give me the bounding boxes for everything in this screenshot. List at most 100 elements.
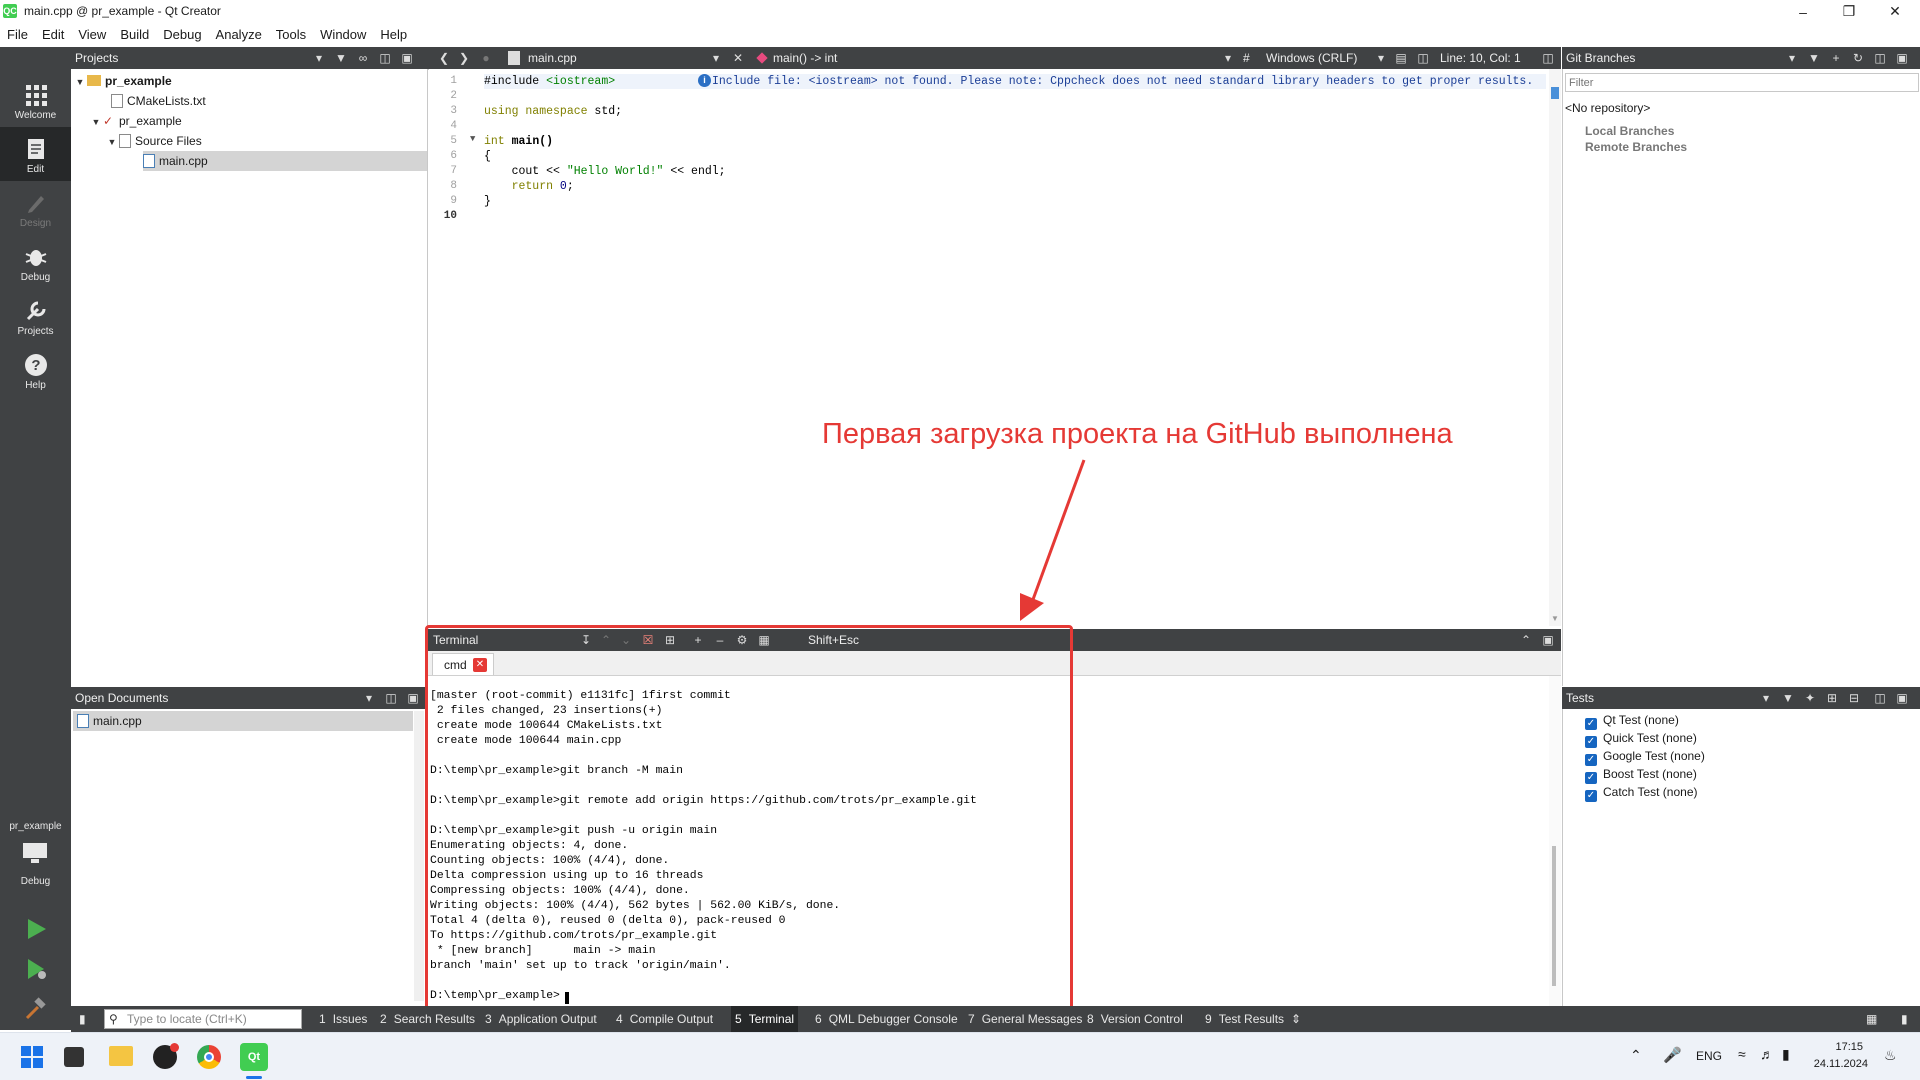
cursor-position[interactable]: Line: 10, Col: 1 [1440, 47, 1521, 69]
tree-item-main-cpp[interactable]: main.cpp [143, 151, 427, 171]
debug-run-button[interactable] [24, 957, 48, 981]
test-item[interactable]: ✓ Boost Test (none) [1585, 765, 1697, 784]
chevron-up-icon[interactable]: ⌃ [1518, 632, 1534, 648]
tree-item-source-files[interactable]: ▼ Source Files [105, 131, 202, 151]
forward-arrow-icon[interactable]: ❯ [456, 50, 472, 66]
mode-projects[interactable]: Projects [0, 289, 71, 343]
menu-window[interactable]: Window [313, 23, 373, 47]
output-tab[interactable]: 5 Terminal [731, 1006, 799, 1032]
notification-bell-icon[interactable]: ♨ [1884, 1047, 1897, 1064]
test-item[interactable]: ✓ Qt Test (none) [1585, 711, 1679, 730]
dropdown-icon[interactable]: ▾ [311, 50, 327, 66]
close-pane-icon[interactable]: ▣ [1894, 50, 1910, 66]
menu-edit[interactable]: Edit [35, 23, 71, 47]
file-explorer-icon[interactable] [109, 1046, 133, 1066]
minimize-button[interactable]: – [1780, 0, 1826, 23]
close-pane-icon[interactable]: ▣ [405, 690, 421, 706]
qt-creator-taskbar-icon[interactable]: Qt [240, 1043, 268, 1071]
function-selector[interactable]: main() -> int [773, 47, 837, 69]
tree-item-project[interactable]: ▼ pr_example [73, 71, 172, 91]
split-icon[interactable]: ◫ [1872, 690, 1888, 706]
document-icon[interactable]: ▤ [1393, 50, 1409, 66]
menu-build[interactable]: Build [113, 23, 156, 47]
dropdown-icon[interactable]: ▾ [1784, 50, 1800, 66]
filter-icon[interactable]: ▼ [333, 50, 349, 66]
test-item[interactable]: ✓ Quick Test (none) [1585, 729, 1697, 748]
tests-title[interactable]: Tests [1566, 691, 1594, 705]
close-button[interactable]: ✕ [1872, 0, 1918, 23]
close-file-icon[interactable]: ✕ [730, 50, 746, 66]
github-desktop-icon[interactable] [153, 1043, 179, 1069]
menu-view[interactable]: View [71, 23, 113, 47]
split-icon[interactable]: ◫ [383, 690, 399, 706]
split-icon[interactable]: ◫ [377, 50, 393, 66]
output-tab[interactable]: 9 Test Results [1201, 1006, 1288, 1032]
fold-chevron-icon[interactable]: ▼ [470, 134, 475, 144]
mode-design[interactable]: Design [0, 181, 71, 235]
dropdown-icon[interactable]: ▾ [361, 690, 377, 706]
sidebar-toggle-icon[interactable]: ▮ [79, 1006, 95, 1032]
dropdown-icon[interactable]: ▾ [708, 50, 724, 66]
windows-start-icon[interactable] [20, 1045, 44, 1069]
wifi-icon[interactable]: ≈ [1738, 1046, 1746, 1062]
mode-help[interactable]: ? Help [0, 343, 71, 397]
menu-file[interactable]: File [0, 23, 35, 47]
test-item[interactable]: ✓ Google Test (none) [1585, 747, 1705, 766]
menu-analyze[interactable]: Analyze [209, 23, 269, 47]
locator-input[interactable]: ⚲ Type to locate (Ctrl+K) [104, 1009, 302, 1029]
mode-debug[interactable]: Debug [0, 235, 71, 289]
monitor-icon[interactable] [22, 842, 48, 864]
close-pane-icon[interactable]: ▣ [1894, 690, 1910, 706]
mode-edit[interactable]: Edit [0, 127, 71, 181]
test-item[interactable]: ✓ Catch Test (none) [1585, 783, 1698, 802]
remote-branches-item[interactable]: Remote Branches [1585, 140, 1687, 154]
menu-help[interactable]: Help [373, 23, 414, 47]
tree-item-cmakelists[interactable]: CMakeLists.txt [111, 91, 206, 111]
menu-debug[interactable]: Debug [156, 23, 208, 47]
progress-icon[interactable]: ▦ [1866, 1006, 1877, 1032]
git-branches-title[interactable]: Git Branches [1566, 51, 1635, 65]
maximize-pane-icon[interactable]: ▣ [1540, 632, 1556, 648]
branch-filter-input[interactable] [1565, 73, 1919, 92]
close-pane-icon[interactable]: ▣ [399, 50, 415, 66]
pin-icon[interactable]: ✦ [1802, 690, 1818, 706]
filter-icon[interactable]: ▼ [1806, 50, 1822, 66]
refresh-icon[interactable]: ↻ [1850, 50, 1866, 66]
split-icon[interactable]: ◫ [1415, 50, 1431, 66]
dropdown-icon[interactable]: ▾ [1758, 690, 1774, 706]
open-docs-title[interactable]: Open Documents [75, 691, 168, 705]
collapse-icon[interactable]: ⊟ [1846, 690, 1862, 706]
scrollbar[interactable] [414, 711, 424, 1001]
run-button[interactable] [24, 917, 48, 941]
language-indicator[interactable]: ENG [1696, 1049, 1722, 1063]
output-tab[interactable]: 8 Version Control [1083, 1006, 1187, 1032]
checkbox-checked-icon[interactable]: ✓ [1585, 790, 1597, 802]
add-icon[interactable]: + [1828, 50, 1844, 66]
line-ending-selector[interactable]: Windows (CRLF) [1266, 47, 1357, 69]
open-doc-item[interactable]: main.cpp [73, 711, 413, 731]
chevron-down-icon[interactable]: ▼ [73, 72, 87, 92]
build-hammer-icon[interactable] [24, 997, 48, 1021]
chevron-down-icon[interactable]: ▼ [105, 132, 119, 152]
clock-time[interactable]: 17:15 [1815, 1041, 1863, 1053]
dropdown-icon[interactable]: ▾ [1373, 50, 1389, 66]
output-tab[interactable]: 6 QML Debugger Console [811, 1006, 962, 1032]
terminal-scrollbar[interactable] [1549, 676, 1561, 1006]
volume-icon[interactable]: ♬ [1760, 1046, 1774, 1062]
tree-item-target[interactable]: ▼ ✓ pr_example [89, 111, 182, 131]
microphone-icon[interactable]: 🎤 [1663, 1046, 1682, 1064]
dropdown-icon[interactable]: ▾ [1220, 50, 1236, 66]
expand-icon[interactable]: ⊞ [1824, 690, 1840, 706]
output-tab[interactable]: 7 General Messages [964, 1006, 1086, 1032]
mode-welcome[interactable]: Welcome [0, 73, 71, 127]
editor-scrollbar[interactable]: ▼ [1549, 69, 1561, 626]
output-tab[interactable]: 1 Issues [315, 1006, 371, 1032]
output-tab[interactable]: 3 Application Output [481, 1006, 601, 1032]
task-view-icon[interactable] [64, 1047, 84, 1067]
chrome-icon[interactable] [197, 1045, 221, 1069]
file-tab[interactable]: main.cpp [528, 47, 577, 69]
filter-icon[interactable]: ▼ [1780, 690, 1796, 706]
split-icon[interactable]: ◫ [1872, 50, 1888, 66]
link-icon[interactable]: ∞ [355, 50, 371, 66]
more-tabs-icon[interactable]: ⇕ [1291, 1006, 1301, 1032]
